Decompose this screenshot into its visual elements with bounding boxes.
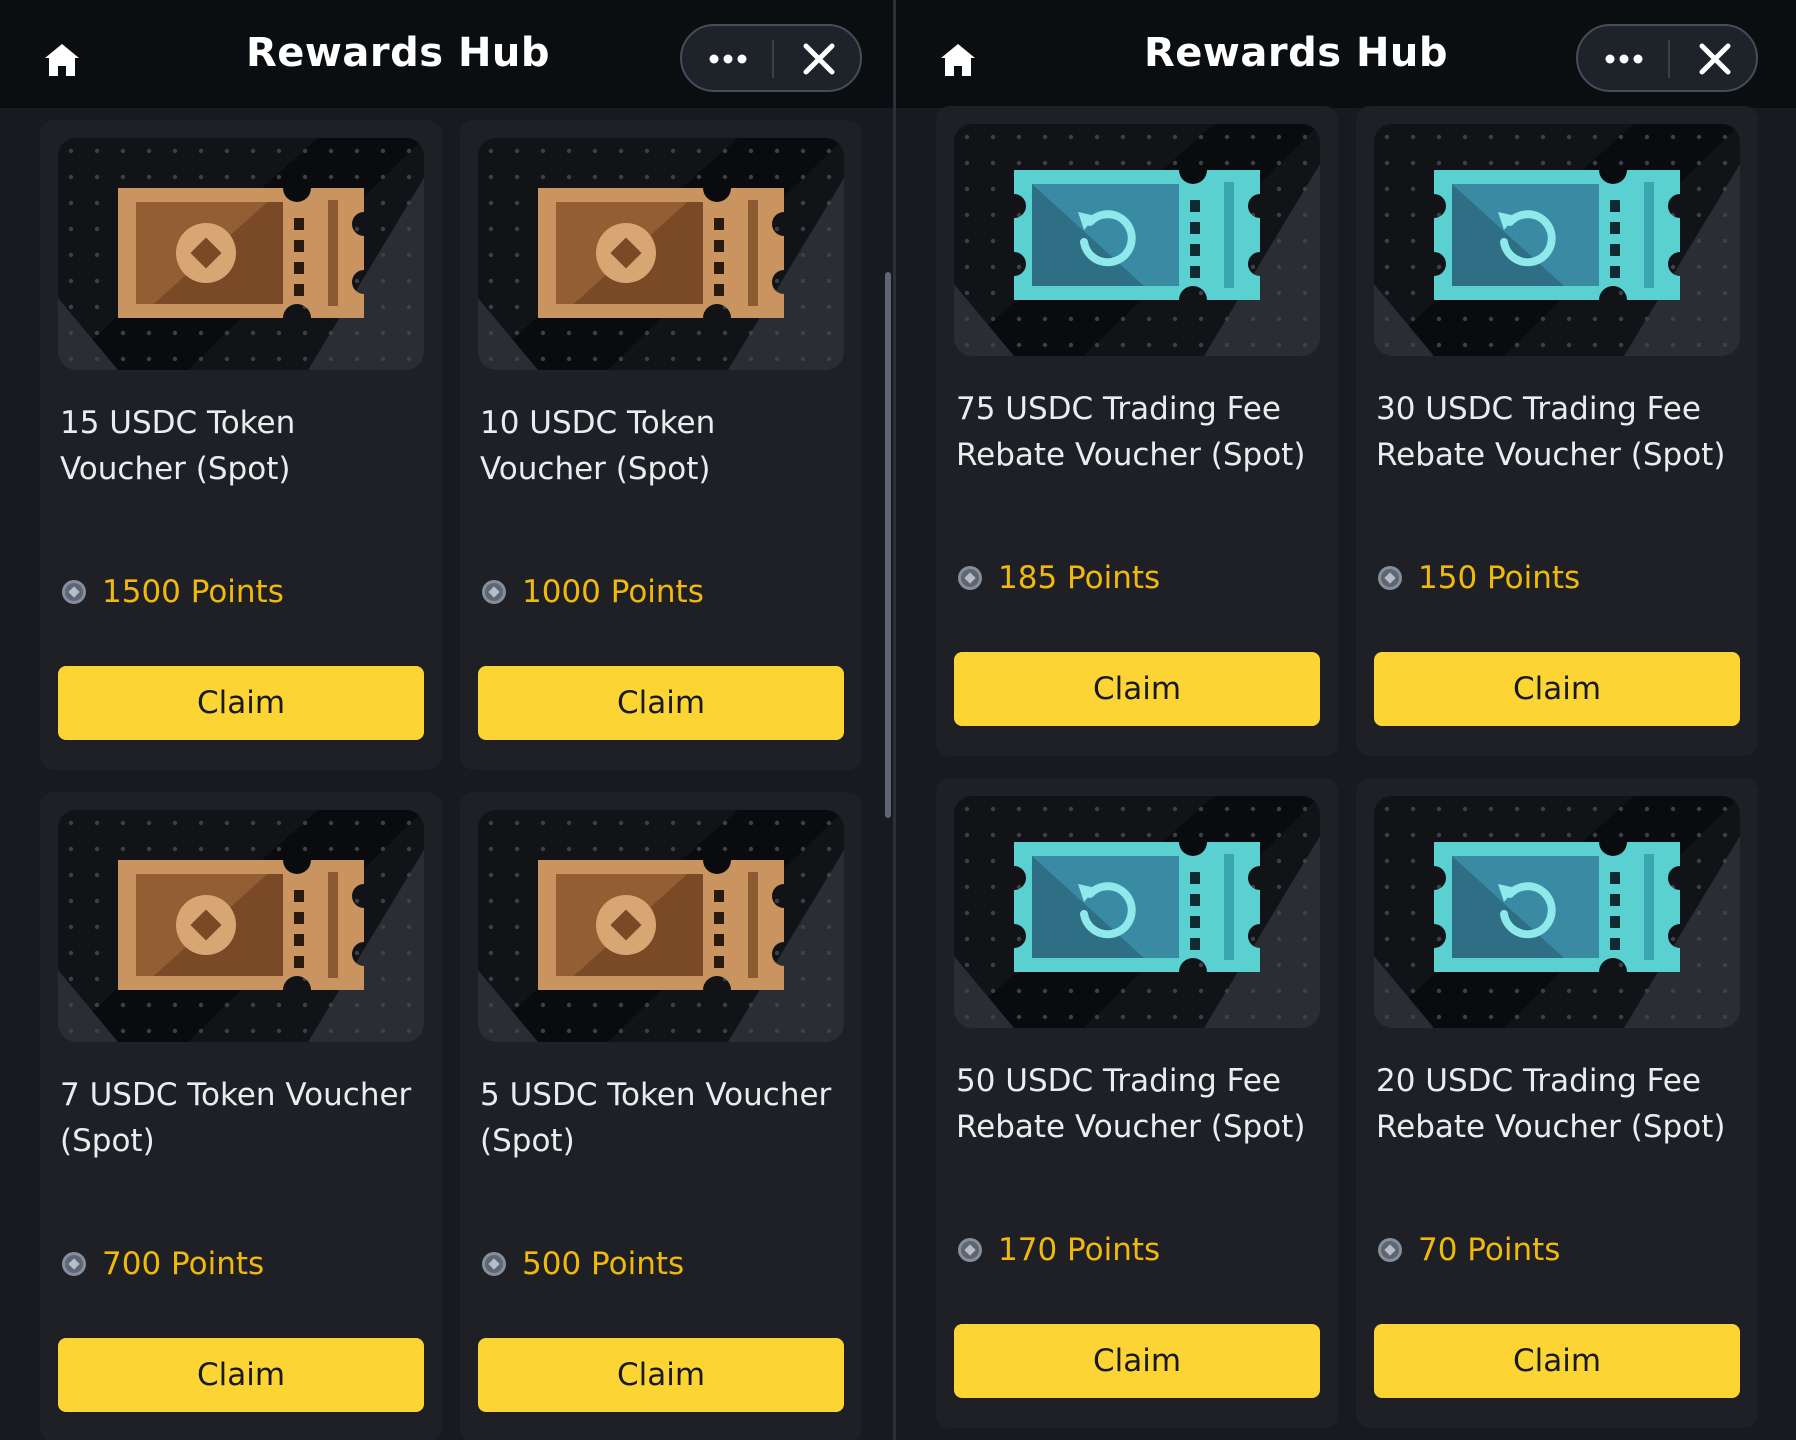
points-value: 70 Points <box>1418 1232 1561 1268</box>
points-cost: 185 Points <box>956 558 1160 598</box>
points-value: 185 Points <box>998 560 1161 596</box>
voucher-thumbnail <box>478 810 844 1042</box>
points-cost: 1000 Points <box>480 572 704 612</box>
claim-button[interactable]: Claim <box>1374 1324 1740 1398</box>
rebate-voucher-icon <box>1014 842 1260 972</box>
voucher-thumbnail <box>478 138 844 370</box>
voucher-title: 75 USDC Trading Fee Rebate Voucher (Spot… <box>956 391 1306 473</box>
points-value: 170 Points <box>998 1232 1161 1268</box>
points-value: 150 Points <box>1418 560 1581 596</box>
voucher-title: 50 USDC Trading Fee Rebate Voucher (Spot… <box>956 1063 1306 1145</box>
points-cost: 170 Points <box>956 1230 1160 1270</box>
voucher-title: 5 USDC Token Voucher (Spot) <box>480 1077 832 1159</box>
points-value: 1000 Points <box>522 574 704 610</box>
points-value: 700 Points <box>102 1246 265 1282</box>
points-cost: 1500 Points <box>60 572 284 612</box>
voucher-card: 10 USDC Token Voucher (Spot) 1000 Points… <box>460 120 862 770</box>
points-value: 1500 Points <box>102 574 284 610</box>
points-coin-icon <box>60 578 88 606</box>
voucher-thumbnail <box>1374 124 1740 356</box>
claim-button[interactable]: Claim <box>954 652 1320 726</box>
claim-button[interactable]: Claim <box>58 666 424 740</box>
points-cost: 70 Points <box>1376 1230 1560 1270</box>
voucher-card: 5 USDC Token Voucher (Spot) 500 Points C… <box>460 792 862 1440</box>
right-rewards-screen: Rewards Hub 75 USDC Trading Fee Rebate V… <box>896 0 1796 1440</box>
points-value: 500 Points <box>522 1246 685 1282</box>
voucher-title: 10 USDC Token Voucher (Spot) <box>480 405 716 487</box>
close-icon[interactable] <box>800 40 838 78</box>
voucher-thumbnail <box>954 124 1320 356</box>
rebate-voucher-icon <box>1434 842 1680 972</box>
token-voucher-icon <box>538 860 784 990</box>
voucher-thumbnail <box>58 810 424 1042</box>
token-voucher-icon <box>118 188 364 318</box>
points-coin-icon <box>1376 564 1404 592</box>
voucher-title: 20 USDC Trading Fee Rebate Voucher (Spot… <box>1376 1063 1726 1145</box>
voucher-card: 50 USDC Trading Fee Rebate Voucher (Spot… <box>936 778 1338 1428</box>
pill-separator <box>1668 40 1670 78</box>
scrollbar[interactable] <box>885 272 891 818</box>
claim-button[interactable]: Claim <box>1374 652 1740 726</box>
more-icon[interactable] <box>706 40 750 78</box>
voucher-title: 7 USDC Token Voucher (Spot) <box>60 1077 412 1159</box>
window-controls <box>680 24 862 92</box>
voucher-card: 7 USDC Token Voucher (Spot) 700 Points C… <box>40 792 442 1440</box>
points-coin-icon <box>956 564 984 592</box>
voucher-card: 75 USDC Trading Fee Rebate Voucher (Spot… <box>936 106 1338 756</box>
voucher-card: 30 USDC Trading Fee Rebate Voucher (Spot… <box>1356 106 1758 756</box>
top-bar: Rewards Hub <box>896 0 1796 108</box>
voucher-card: 20 USDC Trading Fee Rebate Voucher (Spot… <box>1356 778 1758 1428</box>
more-icon[interactable] <box>1602 40 1646 78</box>
token-voucher-icon <box>118 860 364 990</box>
points-cost: 700 Points <box>60 1244 264 1284</box>
voucher-thumbnail <box>58 138 424 370</box>
window-controls <box>1576 24 1758 92</box>
claim-button[interactable]: Claim <box>954 1324 1320 1398</box>
voucher-thumbnail <box>954 796 1320 1028</box>
left-rewards-screen: Rewards Hub 15 USDC Token Voucher (Spot)… <box>0 0 896 1440</box>
top-bar: Rewards Hub <box>0 0 896 108</box>
claim-button[interactable]: Claim <box>58 1338 424 1412</box>
points-cost: 150 Points <box>1376 558 1580 598</box>
points-coin-icon <box>1376 1236 1404 1264</box>
close-icon[interactable] <box>1696 40 1734 78</box>
pill-separator <box>772 40 774 78</box>
voucher-title: 15 USDC Token Voucher (Spot) <box>60 405 296 487</box>
rebate-voucher-icon <box>1434 170 1680 300</box>
rebate-voucher-icon <box>1014 170 1260 300</box>
points-coin-icon <box>956 1236 984 1264</box>
points-coin-icon <box>480 1250 508 1278</box>
voucher-thumbnail <box>1374 796 1740 1028</box>
points-cost: 500 Points <box>480 1244 684 1284</box>
token-voucher-icon <box>538 188 784 318</box>
points-coin-icon <box>60 1250 88 1278</box>
points-coin-icon <box>480 578 508 606</box>
claim-button[interactable]: Claim <box>478 1338 844 1412</box>
claim-button[interactable]: Claim <box>478 666 844 740</box>
voucher-title: 30 USDC Trading Fee Rebate Voucher (Spot… <box>1376 391 1726 473</box>
voucher-card: 15 USDC Token Voucher (Spot) 1500 Points… <box>40 120 442 770</box>
